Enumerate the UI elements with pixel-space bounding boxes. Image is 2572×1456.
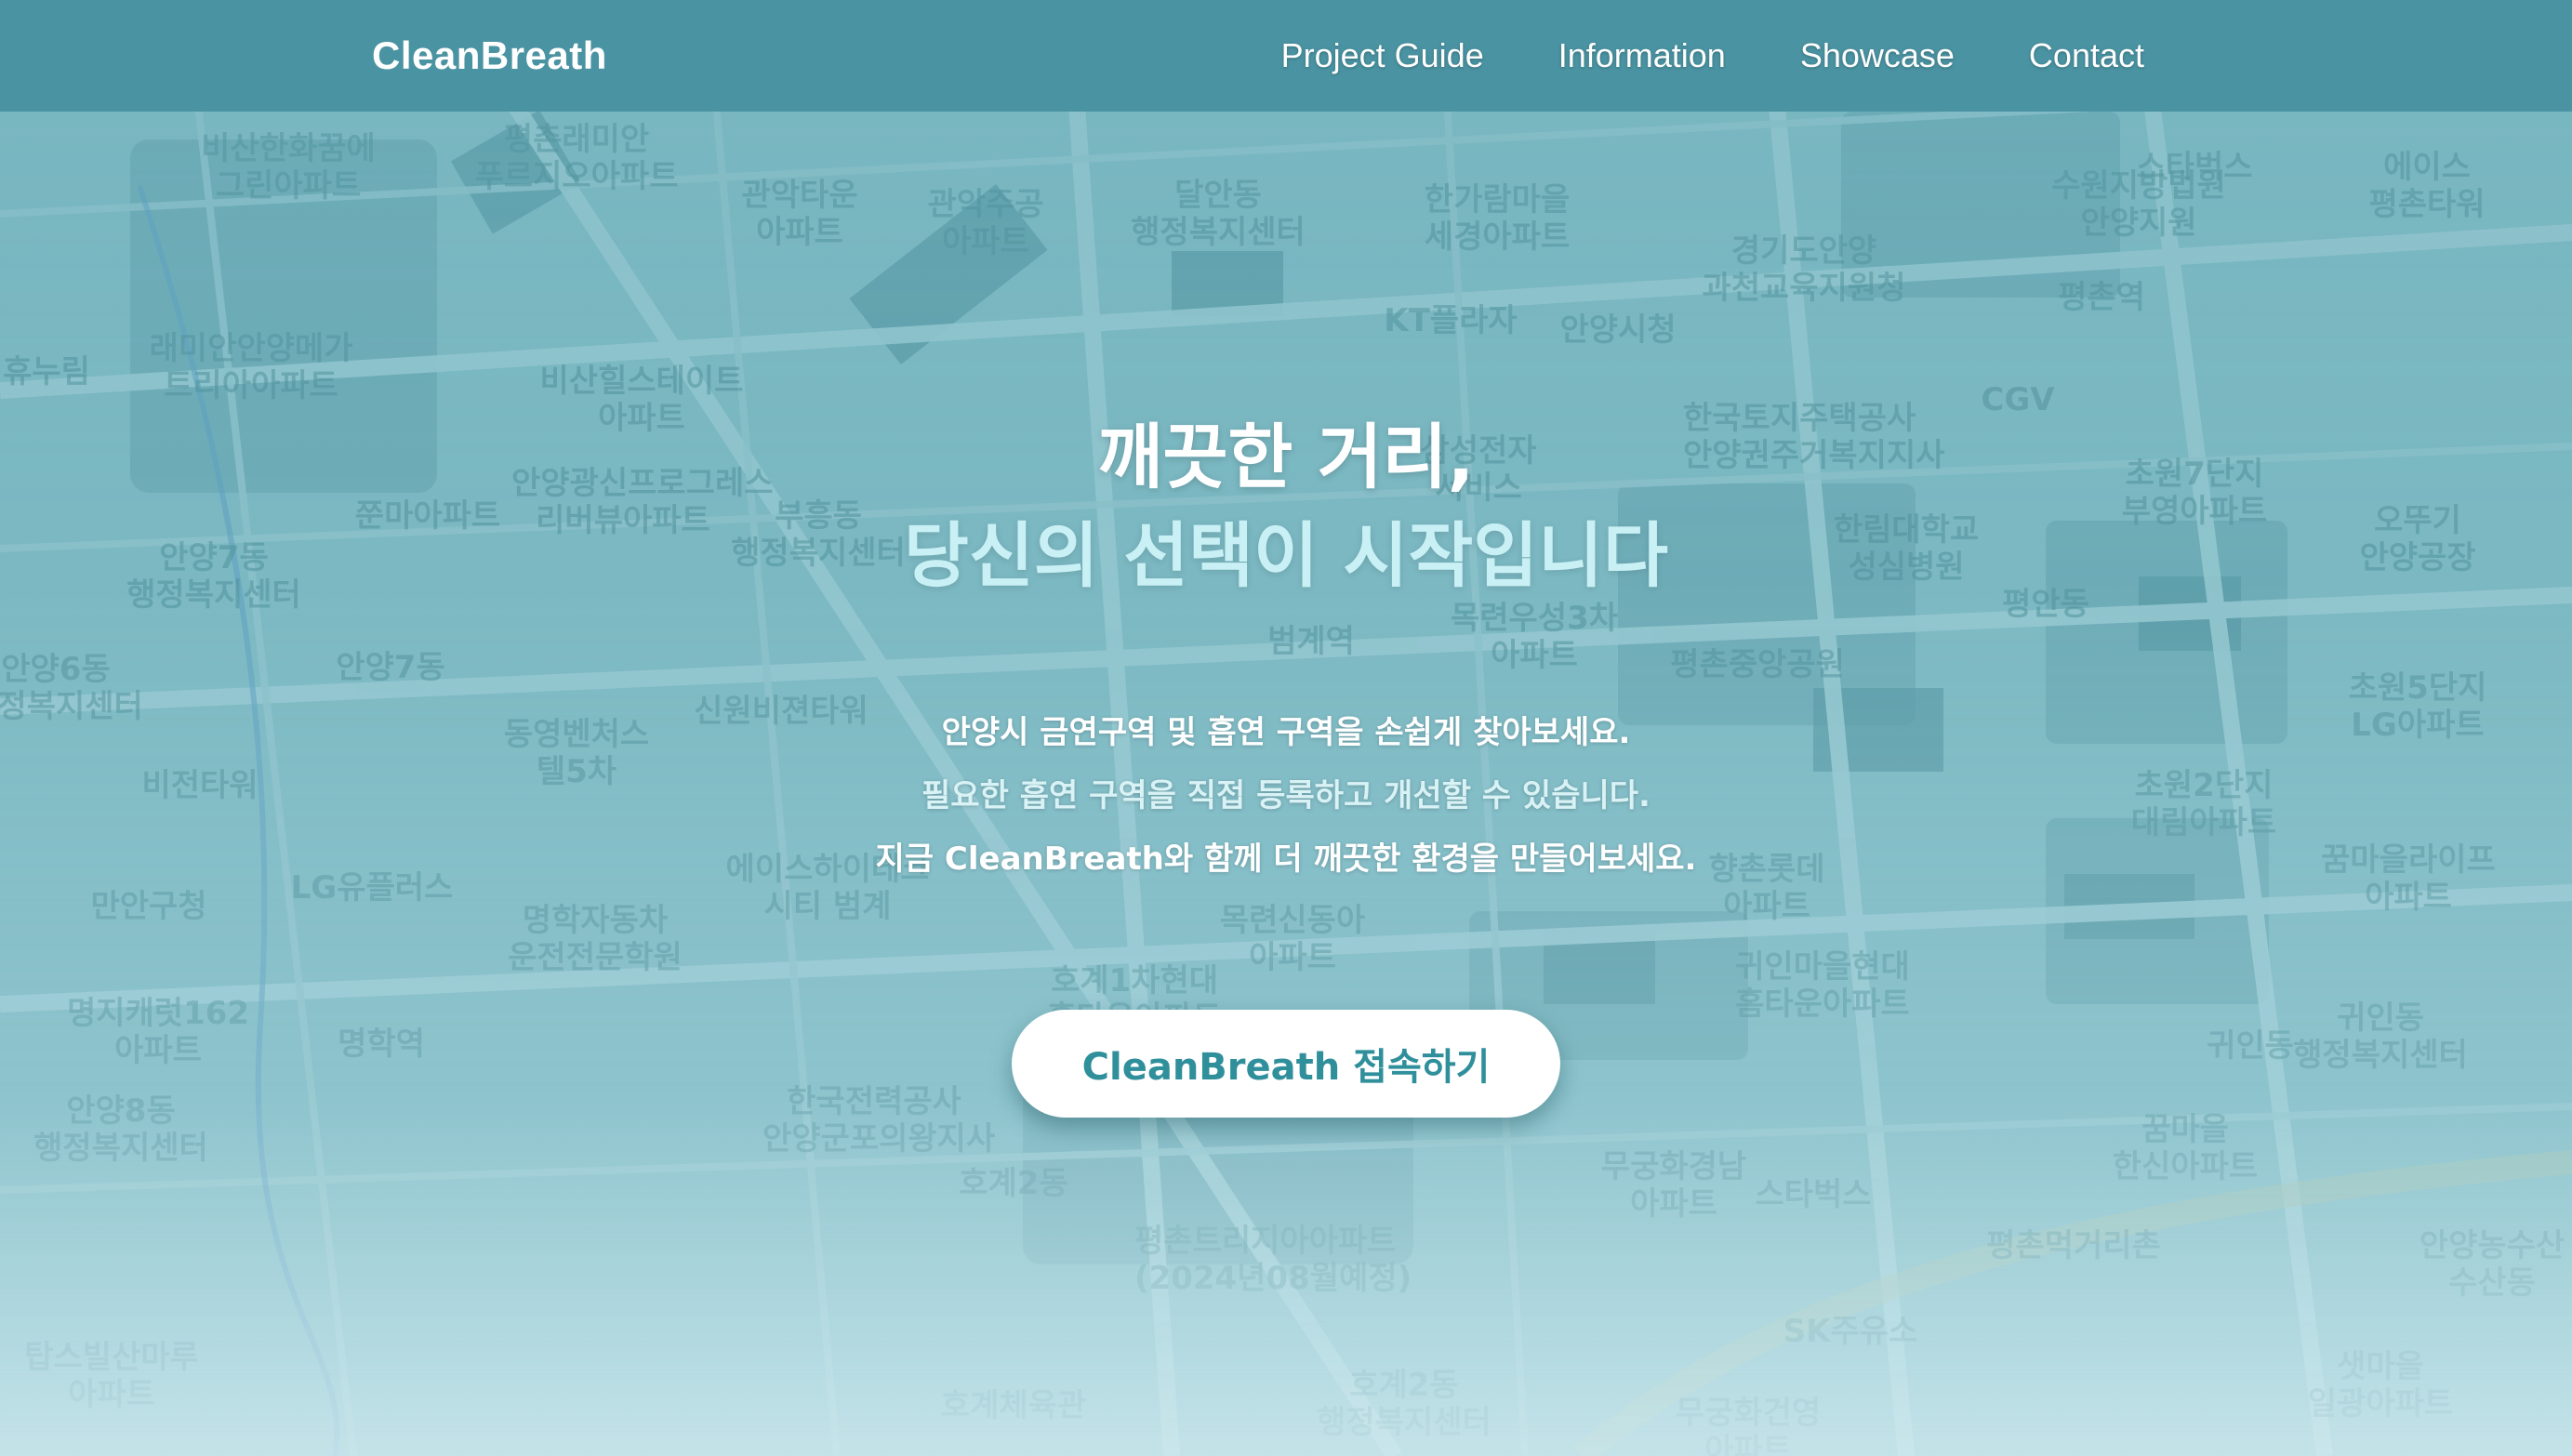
hero-description-line-1: 안양시 금연구역 및 흡연 구역을 손쉽게 찾아보세요.	[941, 714, 1631, 751]
nav-link-project-guide[interactable]: Project Guide	[1281, 36, 1484, 75]
hero-section: 깨끗한 거리, 당신의 선택이 시작입니다 안양시 금연구역 및 흡연 구역을 …	[0, 112, 2572, 1456]
nav-link-information[interactable]: Information	[1558, 36, 1726, 75]
brand-logo[interactable]: CleanBreath	[372, 33, 607, 78]
cta-connect-button[interactable]: CleanBreath 접속하기	[1012, 1010, 1560, 1118]
hero-title-line-1: 깨끗한 거리,	[1097, 416, 1475, 498]
hero-title-line-2: 당신의 선택이 시작입니다	[903, 514, 1669, 597]
nav-link-contact[interactable]: Contact	[2029, 36, 2144, 75]
hero-description-line-3: 지금 CleanBreath와 함께 더 깨끗한 환경을 만들어보세요.	[875, 841, 1697, 878]
hero-description-line-2: 필요한 흡연 구역을 직접 등록하고 개선할 수 있습니다.	[921, 777, 1651, 814]
nav-links: Project Guide Information Showcase Conta…	[1281, 36, 2144, 75]
top-navbar: CleanBreath Project Guide Information Sh…	[0, 0, 2572, 112]
nav-link-showcase[interactable]: Showcase	[1800, 36, 1955, 75]
